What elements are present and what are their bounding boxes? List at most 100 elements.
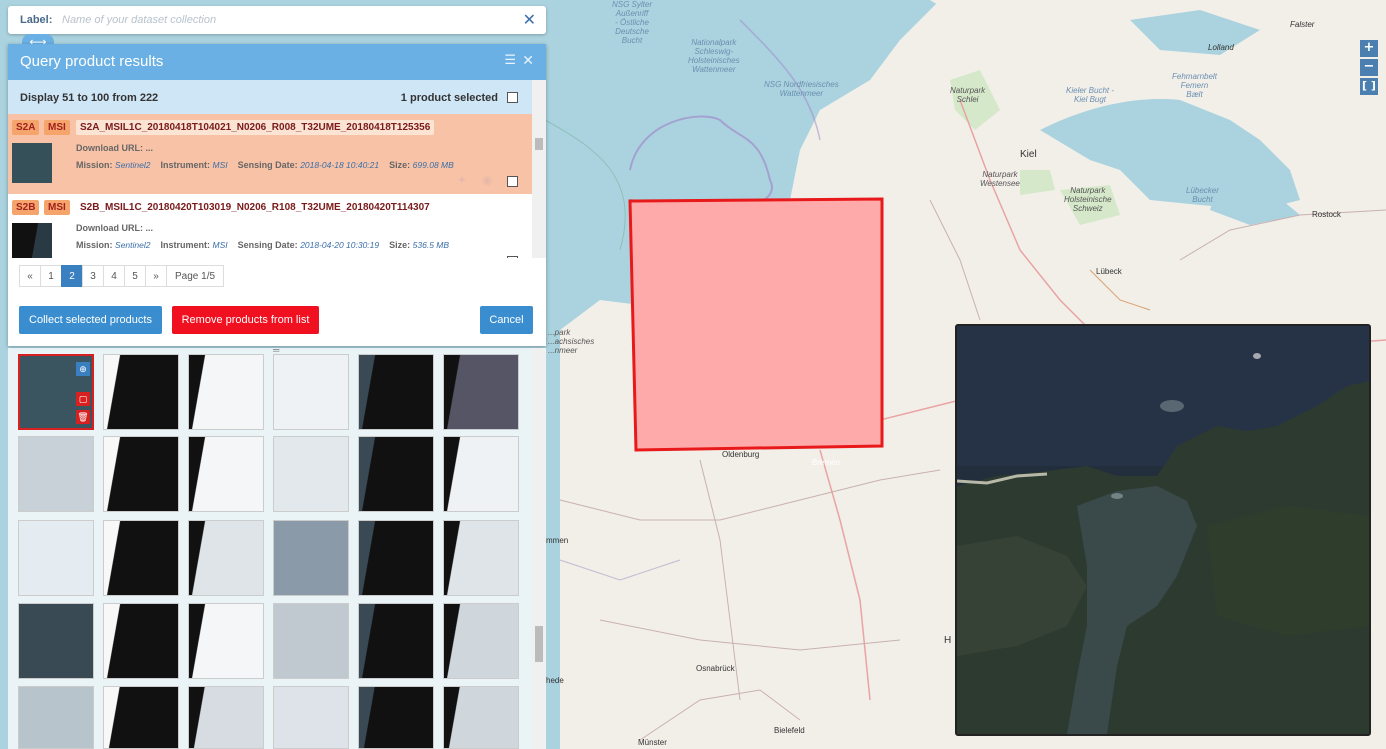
thumbnail-tile[interactable] [103,603,179,679]
map-label-westensee: Naturpark Westensee [980,170,1020,188]
thumbnail-tile[interactable] [18,686,94,749]
remove-products-button[interactable]: Remove products from list [172,306,319,334]
thumbnail-tile[interactable] [103,520,179,596]
map-label-sylter: NSG Sylter Außenriff - Östliche Deutsche… [612,0,653,45]
map-label-oldenburg: Oldenburg [722,450,760,459]
download-url: Download URL: ... [76,143,154,153]
cancel-button[interactable]: Cancel [480,306,533,334]
product-list: S2A MSI S2A_MSIL1C_20180418T104021_N0206… [8,114,532,258]
thumbnail-tile[interactable] [443,436,519,512]
product-meta: Mission: Sentinel2 Instrument: MSI Sensi… [76,160,454,170]
eye-icon[interactable]: ◉ [482,173,492,187]
product-item[interactable]: S2B MSI S2B_MSIL1C_20180420T103019_N0206… [8,194,532,258]
product-preview-image[interactable] [955,324,1371,736]
results-summary: Display 51 to 100 from 222 1 product sel… [8,80,532,114]
page-4[interactable]: 4 [103,265,125,287]
zoom-in-button[interactable]: + [1360,40,1378,57]
close-icon[interactable]: ✕ [522,52,534,69]
collect-selected-button[interactable]: Collect selected products [19,306,162,334]
thumbnail-tile[interactable] [188,520,264,596]
thumbnail-tile[interactable] [188,686,264,749]
map-label-falster: Falster [1290,20,1315,29]
thumbnail-tile[interactable] [273,603,349,679]
map-label-h: H [944,635,952,646]
map-label-luebeck: Lübeck [1096,267,1122,276]
page-next[interactable]: » [145,265,167,287]
page-info: Page 1/5 [166,265,225,287]
page-2[interactable]: 2 [61,265,83,287]
map-label-lolland: Lolland [1208,43,1234,52]
instrument-tag: MSI [44,200,70,215]
thumbnail-tile[interactable] [18,436,94,512]
map-label-kiel: Kiel [1020,149,1037,160]
map-label-schlei: Naturpark Schlei [950,86,986,104]
thumbnail-tile[interactable] [18,520,94,596]
thumbnail-tile[interactable] [273,354,349,430]
thumbnail-tile[interactable] [273,436,349,512]
zoom-icon[interactable]: ⊕ [76,362,90,376]
thumbnail-tile[interactable] [443,354,519,430]
satellite-tag: S2A [12,120,40,135]
query-results-panel: Query product results ☰ ✕ Display 51 to … [8,44,546,346]
display-info: Display 51 to 100 from 222 [20,92,159,104]
thumbnail-tile[interactable] [103,436,179,512]
map-label-nsg-nord: NSG Nordfriesisches Wattenmeer [764,80,839,98]
select-all-checkbox[interactable] [507,92,518,103]
map-label-nat-nieder: ...park ...achsisches ...nmeer [548,328,595,355]
thumbnail-tile[interactable] [18,603,94,679]
thumbnail-tile[interactable] [443,603,519,679]
thumbnail-tile[interactable] [103,686,179,749]
thumbnail-tile[interactable] [188,603,264,679]
close-icon[interactable]: ✕ [523,10,536,30]
satellite-tag: S2B [12,200,40,215]
thumbnail-tile[interactable] [188,436,264,512]
map-label-fehmarn: Fehmarnbelt Femern Bælt [1172,72,1217,99]
instrument-tag: MSI [44,120,70,135]
collection-name-input[interactable]: Name of your dataset collection [62,14,216,26]
product-meta: Mission: Sentinel2 Instrument: MSI Sensi… [76,240,450,250]
product-item[interactable]: S2A MSI S2A_MSIL1C_20180418T104021_N0206… [8,114,532,194]
product-checkbox[interactable] [507,256,518,258]
thumbnail-tile[interactable] [273,686,349,749]
page-5[interactable]: 5 [124,265,146,287]
thumbnail-tile[interactable] [358,603,434,679]
checkbox-icon[interactable]: ▢ [76,392,90,406]
page-3[interactable]: 3 [82,265,104,287]
map-label-holst-schweiz: Naturpark Holsteinische Schweiz [1064,186,1112,213]
page-prev[interactable]: « [19,265,41,287]
download-url: Download URL: ... [76,223,154,233]
locate-icon[interactable]: ✦ [457,173,467,187]
thumbnail-tile[interactable] [188,354,264,430]
collection-label-bar: Label: Name of your dataset collection ✕ [8,6,546,34]
thumbnail-tile[interactable] [358,686,434,749]
product-checkbox[interactable] [507,176,518,187]
zoom-controls: + − [ ] [1360,40,1378,97]
map-label-emmen: mmen [546,536,569,545]
product-thumbnail[interactable] [12,223,52,258]
thumbnail-tile[interactable] [358,436,434,512]
map-label-luebecker: Lübecker Bucht [1186,186,1219,204]
product-name: S2B_MSIL1C_20180420T103019_N0206_R108_T3… [80,202,430,213]
grid-scrollbar[interactable] [532,348,546,749]
thumbnail-tile[interactable] [273,520,349,596]
product-thumbnail[interactable] [12,143,52,183]
map-label-bremen: Bremen [812,458,841,467]
list-scrollbar[interactable] [532,80,546,258]
thumbnail-tile[interactable] [358,520,434,596]
thumbnail-tile[interactable] [103,354,179,430]
fit-bounds-button[interactable]: [ ] [1360,78,1378,95]
thumbnail-tile[interactable] [443,686,519,749]
collection-label: Label: [20,14,53,26]
panel-header: Query product results ☰ ✕ [8,44,546,80]
trash-icon[interactable]: 🗑 [76,410,90,424]
list-icon[interactable]: ☰ [504,52,516,68]
map-label-kieler: Kieler Bucht - Kiel Bugt [1066,86,1115,104]
map-label-wattenmeer: Nationalpark Schleswig- Holsteinisches W… [688,38,740,74]
page-1[interactable]: 1 [40,265,62,287]
thumbnail-tile[interactable] [443,520,519,596]
zoom-out-button[interactable]: − [1360,59,1378,76]
map-label-schede: hede [546,676,564,685]
panel-title: Query product results [20,53,164,70]
satellite-image [957,326,1369,734]
thumbnail-tile[interactable] [358,354,434,430]
